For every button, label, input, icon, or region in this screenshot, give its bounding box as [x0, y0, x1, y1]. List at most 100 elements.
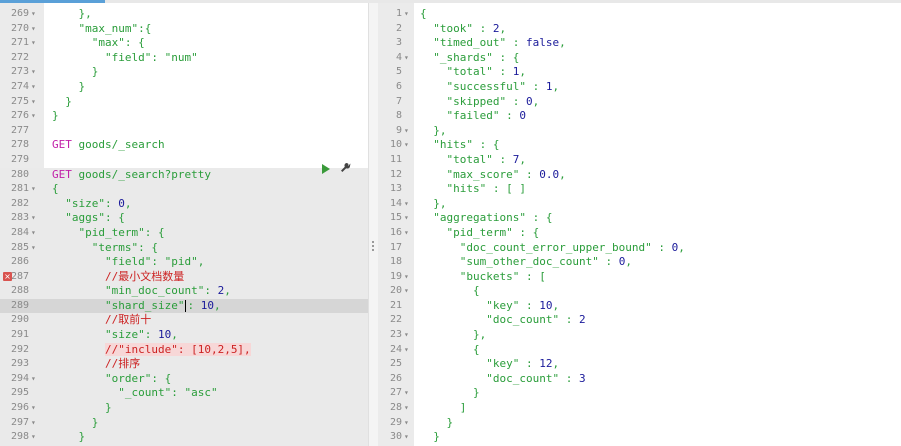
fold-toggle-icon[interactable]: ▾ — [404, 7, 409, 22]
response-line[interactable]: 9 ▾ }, — [378, 124, 901, 139]
request-line[interactable]: 293 //排序 — [0, 357, 368, 372]
response-line[interactable]: 27 ▾ } — [378, 386, 901, 401]
request-line[interactable]: 283 ▾ "aggs": { — [0, 211, 368, 226]
response-line[interactable]: 17 "doc_count_error_upper_bound" : 0, — [378, 241, 901, 256]
fold-toggle-icon[interactable]: ▾ — [404, 430, 409, 445]
fold-toggle-icon[interactable]: ▾ — [31, 80, 36, 95]
fold-toggle-icon[interactable]: ▾ — [31, 109, 36, 124]
request-line[interactable]: 296 ▾ } — [0, 401, 368, 416]
request-line[interactable]: 270 ▾ "max_num":{ — [0, 22, 368, 37]
code-token: " : — [519, 79, 546, 93]
code-text: "sum_other_doc_count" : 0, — [420, 255, 632, 270]
fold-toggle-icon[interactable]: ▾ — [31, 7, 36, 22]
fold-toggle-icon[interactable]: ▾ — [404, 211, 409, 226]
fold-toggle-icon[interactable]: ▾ — [404, 138, 409, 153]
fold-toggle-icon[interactable]: ▾ — [404, 386, 409, 401]
response-line[interactable]: 28 ▾ ] — [378, 401, 901, 416]
code-text: "key" : 10, — [420, 299, 559, 314]
fold-toggle-icon[interactable]: ▾ — [31, 182, 36, 197]
response-line[interactable]: 24 ▾ { — [378, 343, 901, 358]
response-line[interactable]: 8 "failed" : 0 — [378, 109, 901, 124]
response-line[interactable]: 29 ▾ } — [378, 416, 901, 431]
fold-toggle-icon[interactable]: ▾ — [31, 226, 36, 241]
response-line[interactable]: 18 "sum_other_doc_count" : 0, — [378, 255, 901, 270]
request-line[interactable]: 284 ▾ "pid_term": { — [0, 225, 368, 241]
request-line[interactable]: 272 "field": "num" — [0, 51, 368, 66]
request-line[interactable]: 285 ▾ "terms": { — [0, 240, 368, 256]
request-line[interactable]: 295 "_count": "asc" — [0, 386, 368, 402]
code-token: ": — [197, 284, 218, 298]
response-line[interactable]: 13 "hits" : [ ] — [378, 182, 901, 197]
request-line[interactable]: 286 "field": "pid", — [0, 255, 368, 270]
response-line[interactable]: 25 "key" : 12, — [378, 357, 901, 372]
request-line[interactable]: 292 //"include": [10,2,5], — [0, 342, 368, 358]
response-line[interactable]: 16 ▾ "pid_term" : { — [378, 226, 901, 241]
response-line[interactable]: 10 ▾ "hits" : { — [378, 138, 901, 153]
fold-toggle-icon[interactable]: ▾ — [31, 372, 36, 387]
request-editor[interactable]: 269 ▾ }, 270 ▾ "max_num":{271 ▾ "max": {272 … — [0, 3, 368, 446]
response-line[interactable]: 4 ▾ "_shards" : { — [378, 51, 901, 66]
response-line[interactable]: 12 "max_score" : 0.0, — [378, 168, 901, 183]
response-line[interactable]: 5 "total" : 1, — [378, 65, 901, 80]
request-line[interactable]: 289 "shard_size": 10, — [0, 298, 368, 314]
request-line[interactable]: 275 ▾ } — [0, 95, 368, 110]
fold-toggle-icon[interactable]: ▾ — [404, 328, 409, 343]
request-line[interactable]: × 287 //最小文档数量 — [0, 269, 368, 285]
code-token: " — [420, 109, 454, 123]
request-line[interactable]: 282 "size": 0, — [0, 196, 368, 212]
request-line[interactable]: 294 ▾ "order": { — [0, 371, 368, 387]
fold-toggle-icon[interactable]: ▾ — [404, 416, 409, 431]
request-line[interactable]: 273 ▾ } — [0, 65, 368, 80]
request-line[interactable]: 280 GET goods/_search?pretty — [0, 167, 368, 183]
fold-toggle-icon[interactable]: ▾ — [404, 401, 409, 416]
request-line[interactable]: 271 ▾ "max": { — [0, 36, 368, 51]
fold-toggle-icon[interactable]: ▾ — [31, 65, 36, 80]
request-line[interactable]: 269 ▾ }, — [0, 7, 368, 22]
response-line[interactable]: 6 "successful" : 1, — [378, 80, 901, 95]
fold-toggle-icon[interactable]: ▾ — [31, 241, 36, 256]
wrench-icon[interactable] — [340, 162, 352, 177]
response-line[interactable]: 19 ▾ "buckets" : [ — [378, 270, 901, 285]
response-line[interactable]: 1 ▾ { — [378, 7, 901, 22]
fold-toggle-icon[interactable]: ▾ — [404, 124, 409, 139]
response-line[interactable]: 3 "timed_out" : false, — [378, 36, 901, 51]
response-viewer[interactable]: 1 ▾{2 "took" : 2, 3 "timed_out" : false, 4 ▾… — [378, 3, 901, 446]
request-line[interactable]: 290 //取前十 — [0, 313, 368, 329]
fold-toggle-icon[interactable]: ▾ — [31, 36, 36, 51]
response-line[interactable]: 22 "doc_count" : 2 — [378, 313, 901, 328]
fold-toggle-icon[interactable]: ▾ — [404, 197, 409, 212]
fold-toggle-icon[interactable]: ▾ — [404, 343, 409, 358]
response-line[interactable]: 26 "doc_count" : 3 — [378, 372, 901, 387]
fold-toggle-icon[interactable]: ▾ — [404, 284, 409, 299]
line-number: 5 — [395, 66, 402, 78]
request-line[interactable]: 279 — [0, 153, 368, 168]
fold-toggle-icon[interactable]: ▾ — [31, 430, 36, 445]
request-line[interactable]: 278 GET goods/_search — [0, 138, 368, 153]
response-line[interactable]: 23 ▾ }, — [378, 328, 901, 343]
request-line[interactable]: 276 ▾} — [0, 109, 368, 124]
response-line[interactable]: 15 ▾ "aggregations" : { — [378, 211, 901, 226]
fold-toggle-icon[interactable]: ▾ — [404, 51, 409, 66]
fold-toggle-icon[interactable]: ▾ — [404, 226, 409, 241]
fold-toggle-icon[interactable]: ▾ — [31, 416, 36, 431]
response-line[interactable]: 14 ▾ }, — [378, 197, 901, 212]
fold-toggle-icon[interactable]: ▾ — [404, 270, 409, 285]
request-line[interactable]: 297 ▾ } — [0, 415, 368, 431]
request-line[interactable]: 288 "min_doc_count": 2, — [0, 284, 368, 299]
request-line[interactable]: 291 "size": 10, — [0, 328, 368, 343]
response-line[interactable]: 7 "skipped" : 0, — [378, 95, 901, 110]
response-line[interactable]: 21 "key" : 10, — [378, 299, 901, 314]
response-line[interactable]: 11 "total" : 7, — [378, 153, 901, 168]
request-line[interactable]: 274 ▾ } — [0, 80, 368, 95]
request-line[interactable]: 281 ▾ { — [0, 182, 368, 197]
fold-toggle-icon[interactable]: ▾ — [31, 22, 36, 37]
fold-toggle-icon[interactable]: ▾ — [31, 95, 36, 110]
request-line[interactable]: 298 ▾ } — [0, 430, 368, 445]
request-line[interactable]: 277 — [0, 124, 368, 139]
play-icon[interactable] — [322, 164, 330, 174]
fold-toggle-icon[interactable]: ▾ — [31, 211, 36, 226]
fold-toggle-icon[interactable]: ▾ — [31, 401, 36, 416]
response-line[interactable]: 30 ▾ } — [378, 430, 901, 445]
response-line[interactable]: 20 ▾ { — [378, 284, 901, 299]
response-line[interactable]: 2 "took" : 2, — [378, 22, 901, 37]
